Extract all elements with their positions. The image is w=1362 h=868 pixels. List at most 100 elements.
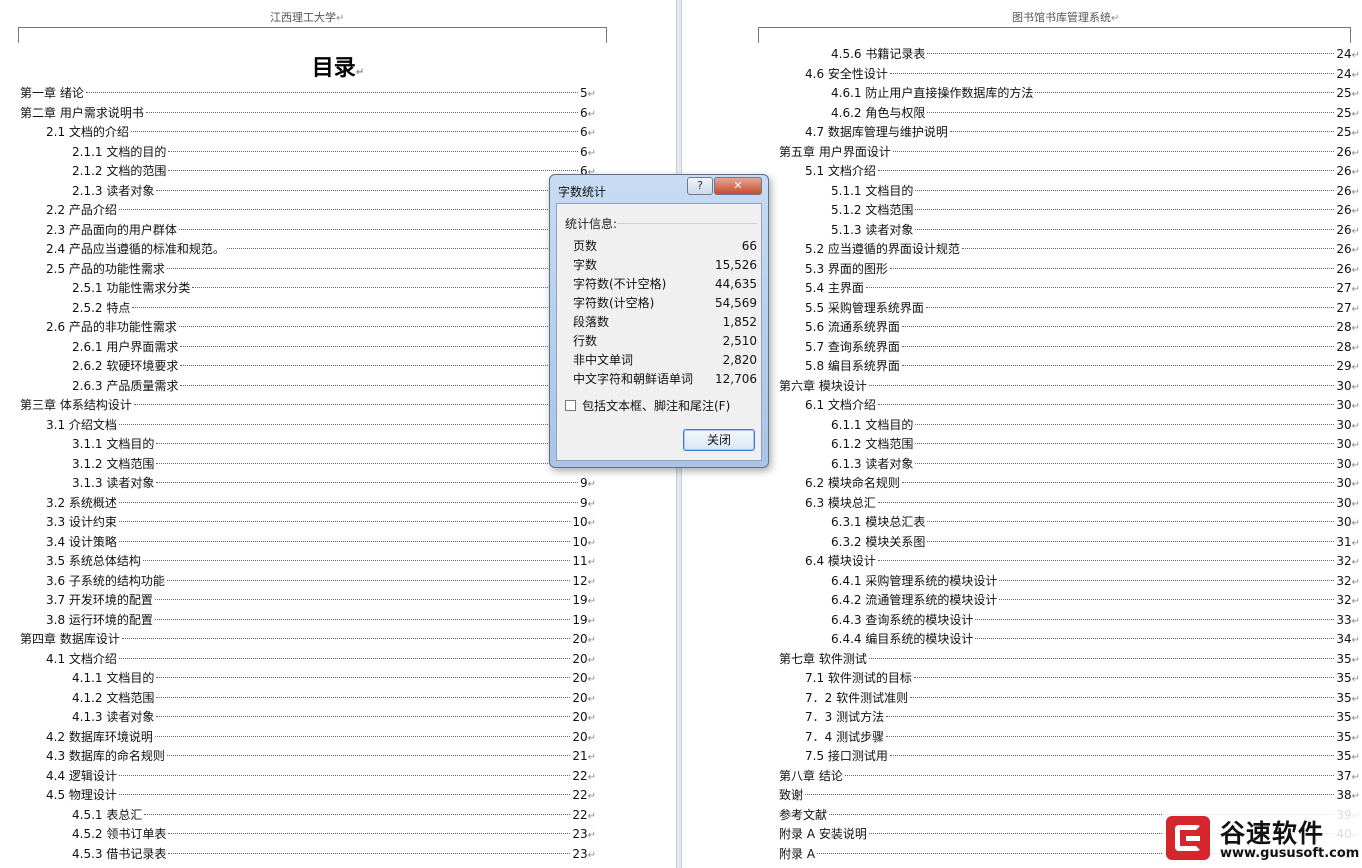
- toc-entry[interactable]: 6.3 模块总汇 30 ↵: [805, 494, 1360, 513]
- toc-entry[interactable]: 7．3 测试方法 35 ↵: [805, 708, 1360, 727]
- toc-dot-leader: [154, 618, 571, 620]
- stat-value: 15,526: [715, 258, 757, 272]
- close-icon[interactable]: ✕: [714, 177, 762, 195]
- toc-dot-leader: [130, 131, 578, 132]
- toc-entry[interactable]: 4.1.3 读者对象 20 ↵: [72, 708, 596, 727]
- toc-entry[interactable]: 4.2 数据库环境说明 20 ↵: [46, 728, 596, 747]
- toc-entry[interactable]: 4.7 数据库管理与维护说明 25 ↵: [805, 123, 1360, 142]
- toc-entry[interactable]: 3.7 开发环境的配置 19 ↵: [46, 591, 596, 610]
- toc-entry[interactable]: 5.7 查询系统界面 28 ↵: [805, 338, 1360, 357]
- help-button[interactable]: ?: [687, 177, 713, 195]
- toc-entry[interactable]: 第四章 数据库设计 20 ↵: [20, 630, 596, 649]
- toc-entry[interactable]: 4.1 文档介绍 20 ↵: [46, 650, 596, 669]
- toc-entry[interactable]: 2.5 产品的功能性需求7↵: [46, 260, 596, 279]
- toc-dot-leader: [805, 794, 1335, 795]
- toc-entry[interactable]: 4.4 逻辑设计 22 ↵: [46, 767, 596, 786]
- toc-entry[interactable]: 4.1.1 文档目的 20 ↵: [72, 669, 596, 688]
- toc-entry[interactable]: 5.3 界面的图形 26 ↵: [805, 260, 1360, 279]
- toc-entry[interactable]: 2.6.2 软硬环境要求8↵: [72, 357, 596, 376]
- toc-entry[interactable]: 3.8 运行环境的配置 19 ↵: [46, 611, 596, 630]
- toc-entry[interactable]: 6.4.2 流通管理系统的模块设计 32 ↵: [831, 591, 1360, 610]
- toc-entry[interactable]: 3.6 子系统的结构功能 12 ↵: [46, 572, 596, 591]
- toc-entry[interactable]: 2.1.2 文档的范围 6 ↵: [72, 162, 596, 181]
- toc-entry[interactable]: 2.1.3 读者对象6↵: [72, 182, 596, 201]
- include-textboxes-checkbox[interactable]: [565, 399, 576, 411]
- section-divider: [617, 223, 757, 224]
- toc-entry[interactable]: 6.4.1 采购管理系统的模块设计 32 ↵: [831, 572, 1360, 591]
- paragraph-mark: ↵: [587, 147, 596, 159]
- toc-entry[interactable]: 第六章 模块设计 30 ↵: [779, 377, 1360, 396]
- toc-entry[interactable]: 第二章 用户需求说明书 6 ↵: [20, 104, 596, 123]
- close-button[interactable]: 关闭: [683, 429, 755, 451]
- toc-entry[interactable]: 6.4 模块设计 32 ↵: [805, 552, 1360, 571]
- toc-entry[interactable]: 2.6.3 产品质量需求9↵: [72, 377, 596, 396]
- toc-entry[interactable]: 4.6.1 防止用户直接操作数据库的方法 25 ↵: [831, 84, 1360, 103]
- toc-entry[interactable]: 5.6 流通系统界面 28 ↵: [805, 318, 1360, 337]
- toc-entry[interactable]: 第八章 结论 37 ↵: [779, 767, 1360, 786]
- toc-entry[interactable]: 4.1.2 文档范围 20 ↵: [72, 689, 596, 708]
- toc-entry[interactable]: 第五章 用户界面设计 26 ↵: [779, 143, 1360, 162]
- toc-entry[interactable]: 5.1.3 读者对象 26 ↵: [831, 221, 1360, 240]
- toc-entry[interactable]: 5.4 主界面 27 ↵: [805, 279, 1360, 298]
- toc-entry[interactable]: 7.1 软件测试的目标 35 ↵: [805, 669, 1360, 688]
- toc-entry[interactable]: 5.8 编目系统界面 29 ↵: [805, 357, 1360, 376]
- toc-entry-page: 30: [1336, 515, 1352, 529]
- paragraph-mark: ↵: [1351, 50, 1360, 61]
- toc-entry[interactable]: 第三章 体系结构设计9↵: [20, 396, 596, 415]
- toc-entry[interactable]: 4.6 安全性设计 24 ↵: [805, 65, 1360, 84]
- toc-entry[interactable]: 7.5 接口测试用 35 ↵: [805, 747, 1360, 766]
- toc-entry[interactable]: 6.3.2 模块关系图 31 ↵: [831, 533, 1360, 552]
- toc-entry[interactable]: 4.3 数据库的命名规则 21 ↵: [46, 747, 596, 766]
- toc-entry[interactable]: 5.5 采购管理系统界面 27 ↵: [805, 299, 1360, 318]
- toc-entry-page: 35: [1336, 651, 1352, 666]
- toc-entry[interactable]: 6.4.3 查询系统的模块设计 33 ↵: [831, 611, 1360, 630]
- toc-entry[interactable]: 3.1.2 文档范围9↵: [72, 455, 596, 474]
- toc-entry[interactable]: 6.3.1 模块总汇表 30 ↵: [831, 513, 1360, 532]
- toc-entry[interactable]: 5.2 应当遵循的界面设计规范 26 ↵: [805, 240, 1360, 259]
- toc-entry[interactable]: 4.5.1 表总汇 22 ↵: [72, 806, 596, 825]
- toc-entry[interactable]: 3.4 设计策略 10 ↵: [46, 533, 596, 552]
- toc-entry-label: 5.1.1 文档目的: [831, 183, 914, 198]
- toc-entry-label: 第二章 用户需求说明书: [20, 105, 144, 120]
- toc-entry[interactable]: 致谢 38 ↵: [779, 786, 1360, 805]
- toc-entry[interactable]: 6.2 模块命名规则 30 ↵: [805, 474, 1360, 493]
- toc-entry[interactable]: 4.5.6 书籍记录表 24 ↵: [831, 45, 1360, 64]
- toc-entry[interactable]: 4.6.2 角色与权限 25 ↵: [831, 104, 1360, 123]
- toc-entry[interactable]: 4.5 物理设计 22 ↵: [46, 786, 596, 805]
- toc-entry-label: 2.3 产品面向的用户群体: [46, 222, 177, 237]
- toc-entry[interactable]: 3.1.1 文档目的9↵: [72, 435, 596, 454]
- toc-entry[interactable]: 2.4 产品应当遵循的标准和规范。7↵: [46, 240, 596, 259]
- toc-entry[interactable]: 2.6 产品的非功能性需求8↵: [46, 318, 596, 337]
- toc-entry[interactable]: 3.2 系统概述 9 ↵: [46, 494, 596, 513]
- toc-entry-label: 5.1.2 文档范围: [831, 203, 914, 217]
- toc-entry[interactable]: 6.1.3 读者对象 30 ↵: [831, 455, 1360, 474]
- toc-entry[interactable]: 3.1 介绍文档9↵: [46, 416, 596, 435]
- toc-entry[interactable]: 3.5 系统总体结构 11 ↵: [46, 552, 596, 571]
- toc-entry[interactable]: 3.1.3 读者对象 9 ↵: [72, 474, 596, 493]
- toc-entry[interactable]: 2.2 产品介绍6↵: [46, 201, 596, 220]
- toc-entry[interactable]: 2.6.1 用户界面需求8↵: [72, 338, 596, 357]
- toc-entry[interactable]: 5.1 文档介绍 26 ↵: [805, 162, 1360, 181]
- toc-entry[interactable]: 2.1 文档的介绍 6 ↵: [46, 123, 596, 142]
- toc-dot-leader: [889, 72, 1335, 74]
- toc-entry[interactable]: 6.1.2 文档范围 30 ↵: [831, 435, 1360, 454]
- toc-entry[interactable]: 4.5.3 借书记录表 23 ↵: [72, 845, 596, 864]
- toc-entry[interactable]: 4.5.2 领书订单表 23 ↵: [72, 825, 596, 844]
- toc-entry[interactable]: 6.1.1 文档目的 30 ↵: [831, 416, 1360, 435]
- toc-entry[interactable]: 7．4 测试步骤 35 ↵: [805, 728, 1360, 747]
- toc-entry[interactable]: 第一章 绪论 5 ↵: [20, 84, 596, 103]
- toc-entry[interactable]: 5.1.2 文档范围 26 ↵: [831, 201, 1360, 220]
- toc-entry[interactable]: 5.1.1 文档目的 26 ↵: [831, 182, 1360, 201]
- toc-entry[interactable]: 2.5.2 特点8↵: [72, 299, 596, 318]
- toc-entry[interactable]: 第七章 软件测试 35 ↵: [779, 650, 1360, 669]
- toc-entry[interactable]: 2.3 产品面向的用户群体7↵: [46, 221, 596, 240]
- toc-entry[interactable]: 2.5.1 功能性需求分类7↵: [72, 279, 596, 298]
- toc-entry[interactable]: 3.3 设计约束 10 ↵: [46, 513, 596, 532]
- toc-entry[interactable]: 2.1.1 文档的目的 6 ↵: [72, 143, 596, 162]
- toc-entry[interactable]: 6.1 文档介绍 30 ↵: [805, 396, 1360, 415]
- paragraph-mark: ↵: [587, 771, 596, 783]
- toc-entry[interactable]: 7．2 软件测试准则 35 ↵: [805, 689, 1360, 708]
- include-textboxes-option[interactable]: 包括文本框、脚注和尾注(F): [565, 397, 730, 413]
- paragraph-mark: ↵: [1351, 303, 1360, 315]
- toc-entry[interactable]: 6.4.4 编目系统的模块设计 34 ↵: [831, 630, 1360, 649]
